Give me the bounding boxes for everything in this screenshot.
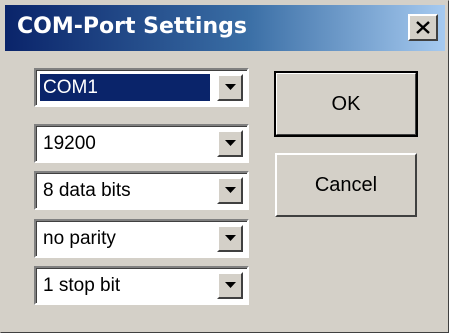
chevron-down-icon [225, 235, 236, 241]
baud-rate-select[interactable]: 19200 [34, 124, 249, 163]
parity-select[interactable]: no parity [34, 219, 249, 258]
data-bits-dropdown-button[interactable] [217, 177, 243, 204]
title-bar[interactable]: COM-Port Settings [5, 5, 445, 51]
parity-dropdown-button[interactable] [217, 225, 243, 252]
close-button[interactable] [408, 14, 438, 41]
stop-bits-dropdown-button[interactable] [217, 272, 243, 299]
stop-bits-select-value: 1 stop bit [43, 275, 121, 296]
ok-button[interactable]: OK [274, 71, 418, 137]
data-bits-select[interactable]: 8 data bits [34, 171, 249, 210]
port-select[interactable]: COM1 [34, 68, 249, 107]
com-port-settings-dialog: COM-Port Settings COM1 19200 8 data bits… [0, 0, 449, 333]
baud-rate-dropdown-button[interactable] [217, 130, 243, 157]
chevron-down-icon [225, 84, 236, 90]
chevron-down-icon [225, 187, 236, 193]
close-icon [416, 21, 430, 34]
data-bits-select-value: 8 data bits [43, 180, 131, 201]
port-select-value: COM1 [40, 74, 210, 101]
dialog-title: COM-Port Settings [17, 14, 247, 39]
chevron-down-icon [225, 282, 236, 288]
baud-rate-select-value: 19200 [43, 133, 96, 154]
stop-bits-select[interactable]: 1 stop bit [34, 266, 249, 305]
chevron-down-icon [225, 140, 236, 146]
cancel-button[interactable]: Cancel [275, 153, 417, 217]
parity-select-value: no parity [43, 228, 116, 249]
port-dropdown-button[interactable] [217, 74, 243, 101]
